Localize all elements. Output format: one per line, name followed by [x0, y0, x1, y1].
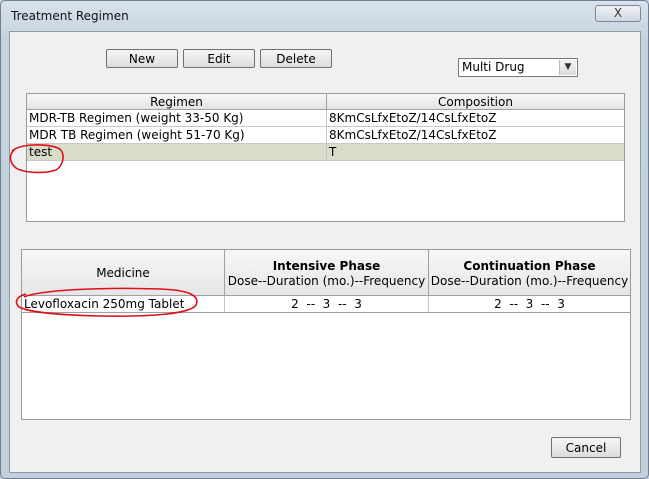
title-bar[interactable]: Treatment Regimen X: [1, 1, 648, 31]
regimen-cell: test: [27, 144, 327, 161]
continuation-phase-subtitle: Dose--Duration (mo.)--Frequency: [430, 274, 629, 288]
medicine-table: Medicine Intensive Phase Dose--Duration …: [21, 249, 631, 420]
close-button[interactable]: X: [595, 5, 641, 22]
dialog-content: New Edit Delete Multi Drug ▼ Regimen Com…: [9, 31, 641, 473]
regimen-table: Regimen Composition MDR-TB Regimen (weig…: [26, 93, 625, 222]
continuation-phase-title: Continuation Phase: [463, 259, 596, 273]
composition-column-header[interactable]: Composition: [327, 94, 624, 110]
regimen-cell: MDR TB Regimen (weight 51-70 Kg): [27, 127, 327, 144]
edit-button[interactable]: Edit: [183, 49, 255, 68]
intensive-phase-header[interactable]: Intensive Phase Dose--Duration (mo.)--Fr…: [225, 250, 429, 296]
close-icon: X: [613, 6, 623, 20]
drug-type-value: Multi Drug: [462, 60, 525, 74]
chevron-down-icon[interactable]: ▼: [559, 60, 576, 75]
cancel-button[interactable]: Cancel: [551, 437, 621, 458]
treatment-regimen-dialog: Treatment Regimen X New Edit Delete Mult…: [0, 0, 649, 479]
regimen-column-header[interactable]: Regimen: [27, 94, 327, 110]
composition-cell: 8KmCsLfxEtoZ/14CsLfxEtoZ: [327, 127, 624, 144]
new-button[interactable]: New: [106, 49, 178, 68]
window-title: Treatment Regimen: [11, 9, 129, 23]
drug-type-select[interactable]: Multi Drug ▼: [458, 58, 578, 77]
composition-cell: T: [327, 144, 624, 161]
continuation-phase-header[interactable]: Continuation Phase Dose--Duration (mo.)-…: [429, 250, 630, 296]
composition-cell: 8KmCsLfxEtoZ/14CsLfxEtoZ: [327, 110, 624, 127]
intensive-phase-subtitle: Dose--Duration (mo.)--Frequency: [227, 274, 426, 288]
medicine-column-header[interactable]: Medicine: [22, 250, 225, 296]
intensive-phase-title: Intensive Phase: [272, 259, 381, 273]
continuation-dose-cell: 2 -- 3 -- 3: [429, 296, 630, 313]
delete-button[interactable]: Delete: [260, 49, 332, 68]
medicine-header-label: Medicine: [96, 266, 150, 280]
medicine-cell: Levofloxacin 250mg Tablet: [22, 296, 225, 313]
intensive-dose-cell: 2 -- 3 -- 3: [225, 296, 429, 313]
regimen-cell: MDR-TB Regimen (weight 33-50 Kg): [27, 110, 327, 127]
